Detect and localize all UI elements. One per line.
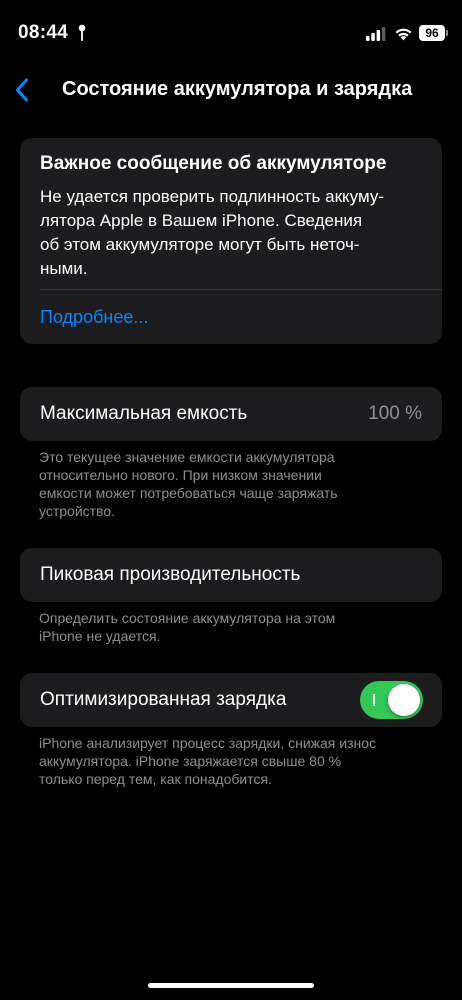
toggle-knob: [388, 684, 420, 716]
max-capacity-footnote: Это текущее значение емкости аккумулятор…: [39, 448, 439, 520]
status-bar: 08:44 96: [0, 0, 462, 66]
learn-more-link[interactable]: Подробнее...: [40, 307, 148, 328]
alert-title: Важное сообщение об аккумуляторе: [40, 153, 387, 174]
optimized-charging-toggle[interactable]: [360, 681, 423, 719]
footnote-line: Это текущее значение емкости аккумулятор…: [39, 449, 335, 465]
optimized-charging-row: Оптимизированная зарядка: [20, 673, 442, 727]
divider: [40, 289, 442, 290]
optimized-charging-label: Оптимизированная зарядка: [40, 689, 287, 710]
navigation-bar: Состояние аккумулятора и зарядка: [0, 66, 462, 112]
peak-performance-row: Пиковая производительность: [20, 548, 442, 602]
peak-performance-label: Пиковая производительность: [40, 564, 301, 585]
footnote-line: аккумулятора. iPhone заряжается свыше 80…: [39, 753, 342, 769]
footnote-line: емкости может потребоваться чаще заряжат…: [39, 485, 338, 501]
max-capacity-value: 100 %: [368, 403, 422, 424]
footnote-line: только перед тем, как понадобится.: [39, 771, 272, 787]
battery-alert-card: Важное сообщение об аккумуляторе Не удае…: [20, 138, 442, 344]
peak-performance-footnote: Определить состояние аккумулятора на это…: [39, 609, 439, 645]
toggle-on-indicator: [373, 694, 375, 706]
battery-icon: 96: [419, 25, 445, 41]
alert-body-line: лятора Apple в Вашем iPhone. Сведения: [40, 211, 363, 230]
footnote-line: iPhone не удается.: [39, 628, 161, 644]
footnote-line: Определить состояние аккумулятора на это…: [39, 610, 336, 626]
alert-body: Не удается проверить подлинность аккуму-…: [40, 185, 432, 281]
chevron-left-icon: [16, 78, 28, 102]
home-indicator[interactable]: [148, 983, 314, 988]
alert-body-line: Не удается проверить подлинность аккуму-: [40, 187, 384, 206]
max-capacity-label: Максимальная емкость: [40, 403, 248, 424]
wifi-icon: [395, 28, 412, 41]
footnote-line: относительно нового. При низком значении: [39, 467, 322, 483]
page-title: Состояние аккумулятора и зарядка: [62, 78, 413, 100]
max-capacity-row: Максимальная емкость 100 %: [20, 387, 442, 441]
footnote-line: iPhone анализирует процесс зарядки, сниж…: [39, 735, 377, 751]
location-icon: [78, 24, 86, 41]
back-button[interactable]: [6, 74, 38, 106]
status-time: 08:44: [18, 22, 69, 43]
alert-body-line: об этом аккумуляторе могут быть неточ-: [40, 235, 360, 254]
footnote-line: устройство.: [39, 503, 116, 519]
optimized-charging-footnote: iPhone анализирует процесс зарядки, сниж…: [39, 734, 439, 788]
alert-body-line: ными.: [40, 259, 88, 278]
battery-nub: [446, 30, 448, 36]
cellular-signal-icon: [366, 27, 386, 41]
